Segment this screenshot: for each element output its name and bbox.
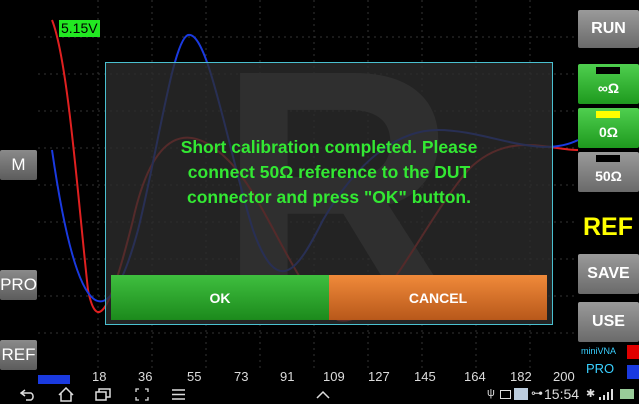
- voltage-label: 5.15V: [59, 20, 100, 37]
- menu-icon[interactable]: [172, 389, 185, 400]
- x-tick-label: 91: [280, 369, 295, 384]
- m-button[interactable]: M: [0, 150, 37, 180]
- recent-apps-icon[interactable]: [95, 388, 111, 401]
- use-button[interactable]: USE: [578, 302, 639, 342]
- cal-short-label: 0Ω: [598, 124, 618, 140]
- x-tick-label: 18: [92, 369, 107, 384]
- cal-short-indicator: [596, 111, 620, 118]
- system-nav-bar: ψ ⊶ 15:54 ✱: [0, 385, 639, 404]
- x-tick-label: 55: [187, 369, 202, 384]
- x-tick-label: 127: [368, 369, 390, 384]
- cal-open-button[interactable]: ∞Ω: [578, 64, 639, 104]
- x-tick-label: 109: [323, 369, 345, 384]
- battery-icon: [620, 389, 634, 399]
- cal-open-label: ∞Ω: [597, 80, 620, 96]
- cal-load-indicator: [596, 155, 620, 162]
- brand-line2: PRO: [586, 361, 615, 376]
- dialog-message-line1: Short calibration completed. Please: [180, 137, 478, 157]
- bluetooth-icon: ✱: [586, 388, 596, 400]
- ref-left-button[interactable]: REF: [0, 340, 37, 370]
- status-time: 15:54: [544, 386, 580, 402]
- app-icon: [514, 388, 528, 400]
- status-blue-indicator: [627, 365, 639, 379]
- calibration-dialog: Short calibration completed. Please conn…: [105, 62, 553, 325]
- brand-line1: miniVNA: [581, 346, 617, 356]
- pro-button[interactable]: PRO: [0, 270, 37, 300]
- cal-load-label: 50Ω: [595, 168, 622, 184]
- scale-indicator: [38, 375, 70, 384]
- x-tick-label: 182: [510, 369, 532, 384]
- x-tick-label: 145: [414, 369, 436, 384]
- dialog-message-line3: connector and press "OK" button.: [187, 187, 471, 207]
- run-button[interactable]: RUN: [578, 10, 639, 48]
- status-red-indicator: [627, 345, 639, 359]
- dialog-message: Short calibration completed. Please conn…: [106, 135, 552, 210]
- ok-button[interactable]: OK: [111, 275, 329, 320]
- dialog-message-line2: connect 50Ω reference to the DUT: [187, 162, 471, 182]
- chevron-up-icon[interactable]: [316, 390, 330, 399]
- x-tick-label: 200: [553, 369, 575, 384]
- back-icon[interactable]: [20, 388, 36, 401]
- screenshot-icon[interactable]: [135, 388, 149, 401]
- cal-open-indicator: [596, 67, 620, 74]
- ref-indicator[interactable]: REF: [583, 213, 633, 242]
- signal-icon: [599, 389, 613, 400]
- save-button[interactable]: SAVE: [578, 254, 639, 294]
- usb-icon: ψ: [487, 387, 495, 399]
- home-icon[interactable]: [58, 387, 74, 402]
- cal-short-button[interactable]: 0Ω: [578, 108, 639, 148]
- key-icon: ⊶: [531, 386, 543, 400]
- cancel-button[interactable]: CANCEL: [329, 275, 547, 320]
- image-icon: [500, 390, 511, 399]
- cal-load-button[interactable]: 50Ω: [578, 152, 639, 192]
- x-tick-label: 164: [464, 369, 486, 384]
- x-tick-label: 36: [138, 369, 153, 384]
- x-tick-label: 73: [234, 369, 249, 384]
